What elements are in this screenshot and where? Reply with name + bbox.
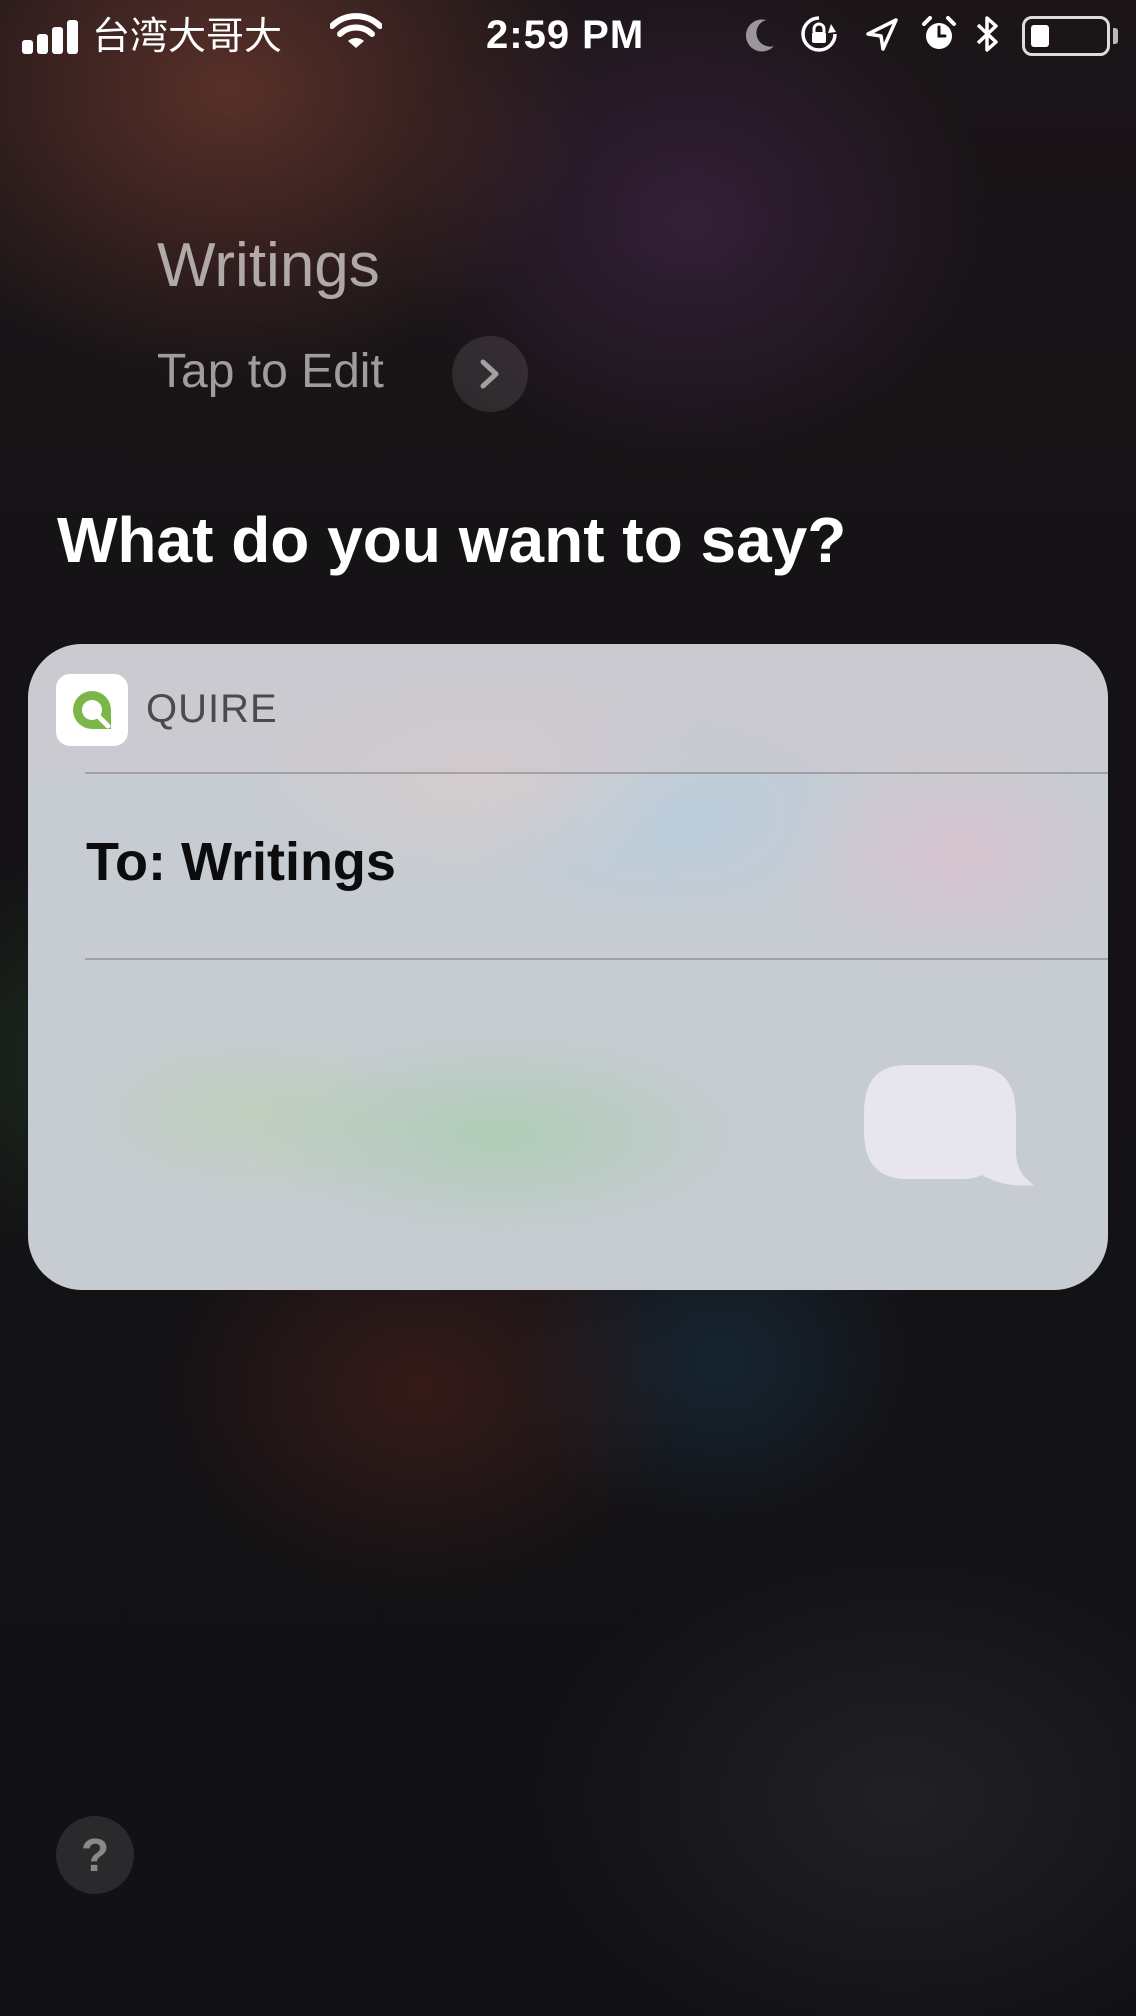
divider (85, 772, 1108, 774)
speech-bubble-icon (864, 1065, 1034, 1186)
tap-to-edit-label[interactable]: Tap to Edit (157, 340, 384, 404)
divider (85, 958, 1108, 960)
help-button[interactable]: ? (56, 1816, 134, 1894)
wifi-icon (330, 13, 382, 48)
carrier-name: 台湾大哥大 (92, 14, 283, 58)
app-name: QUIRE (146, 687, 278, 731)
battery-icon (1022, 16, 1110, 56)
edit-query-button[interactable] (452, 336, 528, 412)
recipient-label: To: Writings (86, 832, 396, 892)
status-time: 2:59 PM (486, 13, 645, 57)
location-icon (866, 18, 898, 51)
chevron-right-icon (480, 359, 499, 389)
siri-query-text: Writings (157, 231, 380, 300)
quire-intent-card[interactable]: QUIRE To: Writings (28, 644, 1108, 1290)
siri-prompt: What do you want to say? (57, 504, 847, 576)
bluetooth-icon (976, 16, 998, 52)
battery-tip (1113, 28, 1118, 44)
signal-icon (22, 14, 82, 54)
rotation-lock-icon (801, 16, 837, 52)
quire-logo-icon (56, 674, 128, 746)
alarm-icon (922, 16, 956, 49)
moon-icon (745, 19, 774, 52)
status-bar: 台湾大哥大 2:59 PM (0, 0, 1136, 72)
card-header: QUIRE (28, 644, 1108, 772)
